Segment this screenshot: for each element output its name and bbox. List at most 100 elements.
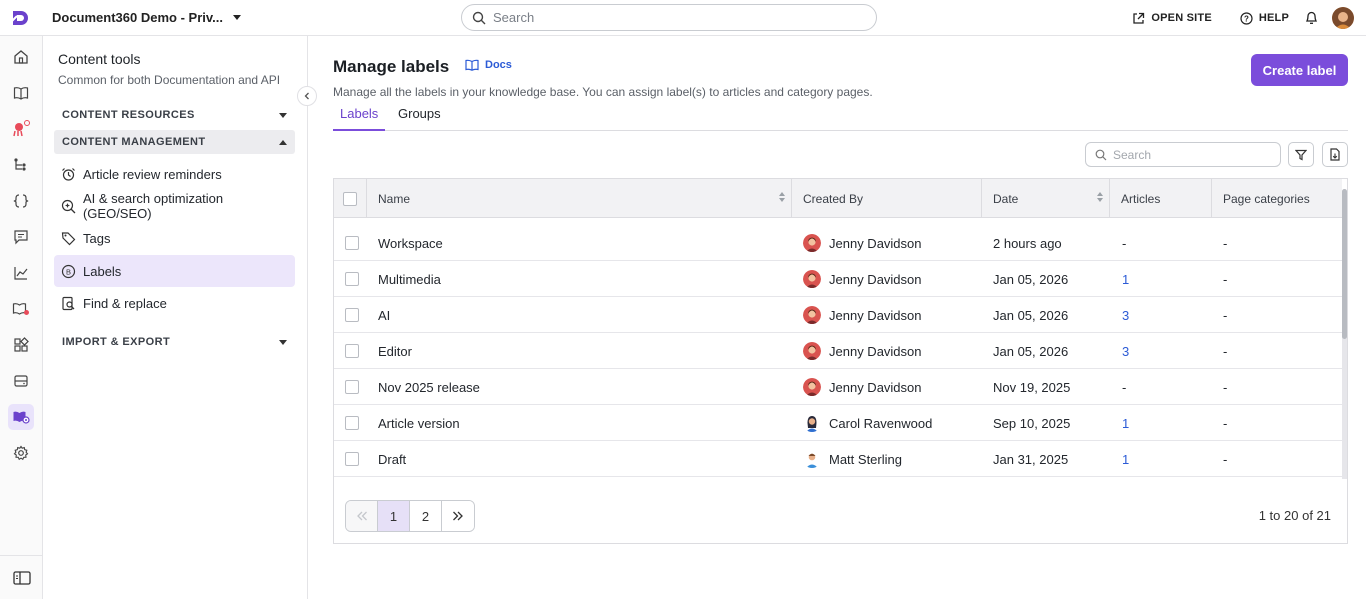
label-date: Jan 05, 2026	[993, 307, 1069, 323]
toggle-sidebar-button[interactable]	[0, 555, 43, 599]
label-name[interactable]: AI	[378, 297, 390, 333]
pagination-summary: 1 to 20 of 21	[1258, 508, 1331, 523]
tab-labels[interactable]: Labels	[333, 106, 386, 131]
section-label: CONTENT RESOURCES	[62, 109, 195, 121]
articles-count[interactable]: 1	[1122, 405, 1129, 441]
created-by-name: Jenny Davidson	[829, 271, 922, 287]
label-name[interactable]: Multimedia	[378, 261, 441, 297]
open-site-link[interactable]: OPEN SITE	[1132, 12, 1212, 25]
section-content-management[interactable]: CONTENT MANAGEMENT	[54, 130, 295, 154]
created-by-name: Jenny Davidson	[829, 343, 922, 359]
created-by: Carol Ravenwood	[803, 405, 932, 441]
document360-logo-icon[interactable]	[10, 8, 30, 28]
drive-storage-icon[interactable]	[8, 368, 34, 394]
row-checkbox[interactable]	[345, 308, 359, 322]
row-checkbox[interactable]	[345, 416, 359, 430]
filter-button[interactable]	[1288, 142, 1314, 167]
select-all-cell	[334, 179, 367, 218]
integrations-grid-icon[interactable]	[8, 332, 34, 358]
content-tools-sidebar: Content tools Common for both Documentat…	[43, 36, 317, 599]
row-checkbox[interactable]	[345, 380, 359, 394]
column-header-page-categories[interactable]: Page categories	[1212, 179, 1342, 218]
notifications-bell-icon[interactable]	[1305, 11, 1318, 25]
label-name[interactable]: Article version	[378, 405, 460, 441]
project-switcher[interactable]: Document360 Demo - Priv...	[52, 10, 241, 25]
user-avatar	[803, 234, 821, 252]
page-button-2[interactable]: 2	[410, 501, 442, 531]
category-tree-icon[interactable]	[8, 152, 34, 178]
column-header-created-by[interactable]: Created By	[792, 179, 982, 218]
column-header-name[interactable]: Name	[367, 179, 792, 218]
row-checkbox[interactable]	[345, 344, 359, 358]
label-name[interactable]: Nov 2025 release	[378, 369, 480, 405]
section-content-resources[interactable]: CONTENT RESOURCES	[54, 103, 295, 127]
help-link[interactable]: ? HELP	[1240, 11, 1289, 25]
articles-count[interactable]: 3	[1122, 333, 1129, 369]
row-checkbox-cell	[345, 297, 367, 333]
sidebar-item-label: AI & search optimization (GEO/SEO)	[82, 191, 224, 221]
sidebar-item-article-review-reminders[interactable]: Article review reminders	[54, 158, 295, 190]
create-label-button[interactable]: Create label	[1251, 54, 1348, 86]
first-page-button[interactable]	[346, 501, 378, 531]
table-scrollbar[interactable]	[1342, 189, 1347, 493]
caret-up-icon	[279, 139, 287, 145]
home-icon[interactable]	[8, 44, 34, 70]
created-by-name: Jenny Davidson	[829, 307, 922, 323]
sidebar-item-find-replace[interactable]: Find & replace	[54, 287, 295, 319]
table-row[interactable]: AI Jenny Davidson Jan 05, 2026 3 -	[334, 297, 1342, 333]
column-header-articles[interactable]: Articles	[1110, 179, 1212, 218]
book-icon[interactable]	[8, 80, 34, 106]
table-row[interactable]: Editor Jenny Davidson Jan 05, 2026 3 -	[334, 333, 1342, 369]
page-button-1[interactable]: 1	[378, 501, 410, 531]
articles-count[interactable]: 3	[1122, 297, 1129, 333]
settings-gear-icon[interactable]	[8, 440, 34, 466]
alarm-clock-icon	[62, 167, 75, 181]
ai-assistant-icon[interactable]	[8, 116, 34, 142]
articles-count[interactable]: 1	[1122, 261, 1129, 297]
help-circle-icon: ?	[1240, 11, 1253, 25]
table-row[interactable]: Article version Carol Ravenwood Sep 10, 20…	[334, 405, 1342, 441]
docs-link[interactable]: Docs	[465, 59, 512, 71]
table-search-input[interactable]	[1113, 147, 1263, 162]
widget-book-icon[interactable]	[8, 296, 34, 322]
table-row[interactable]: Nov 2025 release Jenny Davidson Nov 19, 20…	[334, 369, 1342, 405]
created-by-name: Jenny Davidson	[829, 235, 922, 251]
label-name[interactable]: Workspace	[378, 225, 443, 261]
last-page-button[interactable]	[442, 501, 474, 531]
user-avatar	[803, 414, 821, 432]
label-name[interactable]: Draft	[378, 441, 406, 477]
export-button[interactable]	[1322, 142, 1348, 167]
icon-rail	[0, 36, 43, 599]
tab-groups[interactable]: Groups	[391, 106, 448, 131]
created-by: Jenny Davidson	[803, 261, 922, 297]
pagination-area: 1 2 1 to 20 of 21	[334, 479, 1347, 543]
global-search-input[interactable]	[493, 10, 853, 25]
row-checkbox[interactable]	[345, 272, 359, 286]
row-checkbox[interactable]	[345, 452, 359, 466]
section-import-export[interactable]: IMPORT & EXPORT	[54, 330, 295, 354]
user-avatar[interactable]	[1332, 7, 1354, 29]
global-search[interactable]	[461, 4, 877, 31]
sidebar-item-label: Tags	[83, 230, 111, 246]
label-date: Jan 05, 2026	[993, 343, 1069, 359]
select-all-checkbox[interactable]	[343, 191, 357, 206]
column-header-date[interactable]: Date	[982, 179, 1110, 218]
sidebar-item-tags[interactable]: Tags	[54, 222, 295, 254]
api-braces-icon[interactable]	[8, 188, 34, 214]
table-row[interactable]: Workspace Jenny Davidson 2 hours ago - -	[334, 225, 1342, 261]
content-tools-icon[interactable]	[8, 404, 34, 430]
row-checkbox[interactable]	[345, 236, 359, 250]
feedback-chat-icon[interactable]	[8, 224, 34, 250]
file-export-icon	[1330, 148, 1340, 161]
table-row[interactable]: Draft Matt Sterling Jan 31, 2025 1 -	[334, 441, 1342, 477]
label-name[interactable]: Editor	[378, 333, 412, 369]
section-label: IMPORT & EXPORT	[62, 336, 171, 348]
analytics-chart-icon[interactable]	[8, 260, 34, 286]
caret-down-icon	[279, 339, 287, 345]
sidebar-item-labels[interactable]: B Labels	[54, 255, 295, 287]
articles-count[interactable]: 1	[1122, 441, 1129, 477]
articles-count: -	[1122, 379, 1127, 395]
table-search[interactable]	[1085, 142, 1281, 167]
table-row[interactable]: Multimedia Jenny Davidson Jan 05, 2026 1 -	[334, 261, 1342, 297]
sidebar-item-ai-search-optimization[interactable]: AI & search optimization (GEO/SEO)	[54, 190, 295, 222]
